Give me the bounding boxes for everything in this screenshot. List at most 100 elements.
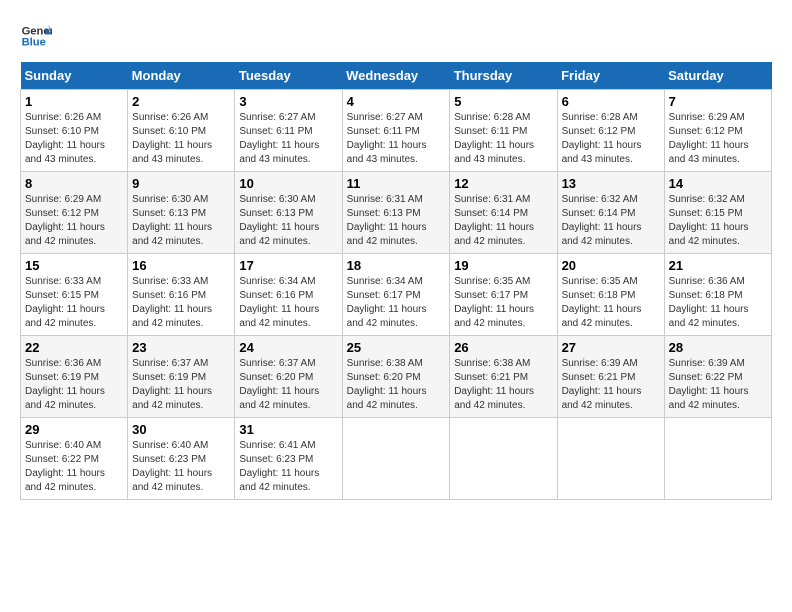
calendar-week-row: 8 Sunrise: 6:29 AMSunset: 6:12 PMDayligh…	[21, 172, 772, 254]
day-number: 6	[562, 94, 660, 109]
calendar-cell: 9 Sunrise: 6:30 AMSunset: 6:13 PMDayligh…	[128, 172, 235, 254]
weekday-header-saturday: Saturday	[664, 62, 771, 90]
day-details: Sunrise: 6:34 AMSunset: 6:16 PMDaylight:…	[239, 276, 319, 329]
day-details: Sunrise: 6:33 AMSunset: 6:16 PMDaylight:…	[132, 276, 212, 329]
day-details: Sunrise: 6:35 AMSunset: 6:18 PMDaylight:…	[562, 276, 642, 329]
calendar-cell: 8 Sunrise: 6:29 AMSunset: 6:12 PMDayligh…	[21, 172, 128, 254]
day-number: 31	[239, 422, 337, 437]
day-number: 28	[669, 340, 767, 355]
calendar-cell: 16 Sunrise: 6:33 AMSunset: 6:16 PMDaylig…	[128, 254, 235, 336]
calendar-cell: 24 Sunrise: 6:37 AMSunset: 6:20 PMDaylig…	[235, 336, 342, 418]
calendar-week-row: 15 Sunrise: 6:33 AMSunset: 6:15 PMDaylig…	[21, 254, 772, 336]
day-details: Sunrise: 6:40 AMSunset: 6:23 PMDaylight:…	[132, 440, 212, 493]
day-details: Sunrise: 6:34 AMSunset: 6:17 PMDaylight:…	[347, 276, 427, 329]
day-details: Sunrise: 6:36 AMSunset: 6:18 PMDaylight:…	[669, 276, 749, 329]
day-details: Sunrise: 6:33 AMSunset: 6:15 PMDaylight:…	[25, 276, 105, 329]
day-number: 20	[562, 258, 660, 273]
day-number: 8	[25, 176, 123, 191]
calendar-cell: 20 Sunrise: 6:35 AMSunset: 6:18 PMDaylig…	[557, 254, 664, 336]
calendar-cell	[450, 418, 557, 500]
day-number: 14	[669, 176, 767, 191]
calendar-cell: 15 Sunrise: 6:33 AMSunset: 6:15 PMDaylig…	[21, 254, 128, 336]
calendar-week-row: 22 Sunrise: 6:36 AMSunset: 6:19 PMDaylig…	[21, 336, 772, 418]
calendar-cell: 11 Sunrise: 6:31 AMSunset: 6:13 PMDaylig…	[342, 172, 450, 254]
day-number: 4	[347, 94, 446, 109]
page-header: General Blue	[20, 20, 772, 52]
day-details: Sunrise: 6:38 AMSunset: 6:21 PMDaylight:…	[454, 358, 534, 411]
calendar-cell: 1 Sunrise: 6:26 AMSunset: 6:10 PMDayligh…	[21, 90, 128, 172]
calendar-week-row: 29 Sunrise: 6:40 AMSunset: 6:22 PMDaylig…	[21, 418, 772, 500]
day-details: Sunrise: 6:27 AMSunset: 6:11 PMDaylight:…	[239, 112, 319, 165]
day-number: 19	[454, 258, 552, 273]
calendar-cell: 10 Sunrise: 6:30 AMSunset: 6:13 PMDaylig…	[235, 172, 342, 254]
calendar-cell: 4 Sunrise: 6:27 AMSunset: 6:11 PMDayligh…	[342, 90, 450, 172]
day-number: 15	[25, 258, 123, 273]
day-number: 12	[454, 176, 552, 191]
calendar-table: SundayMondayTuesdayWednesdayThursdayFrid…	[20, 62, 772, 500]
calendar-cell: 31 Sunrise: 6:41 AMSunset: 6:23 PMDaylig…	[235, 418, 342, 500]
day-number: 1	[25, 94, 123, 109]
day-number: 30	[132, 422, 230, 437]
day-details: Sunrise: 6:27 AMSunset: 6:11 PMDaylight:…	[347, 112, 427, 165]
logo: General Blue	[20, 20, 52, 52]
calendar-cell: 3 Sunrise: 6:27 AMSunset: 6:11 PMDayligh…	[235, 90, 342, 172]
calendar-cell: 27 Sunrise: 6:39 AMSunset: 6:21 PMDaylig…	[557, 336, 664, 418]
calendar-cell: 13 Sunrise: 6:32 AMSunset: 6:14 PMDaylig…	[557, 172, 664, 254]
day-details: Sunrise: 6:35 AMSunset: 6:17 PMDaylight:…	[454, 276, 534, 329]
day-details: Sunrise: 6:30 AMSunset: 6:13 PMDaylight:…	[132, 194, 212, 247]
calendar-cell: 29 Sunrise: 6:40 AMSunset: 6:22 PMDaylig…	[21, 418, 128, 500]
calendar-cell: 21 Sunrise: 6:36 AMSunset: 6:18 PMDaylig…	[664, 254, 771, 336]
calendar-body: 1 Sunrise: 6:26 AMSunset: 6:10 PMDayligh…	[21, 90, 772, 500]
day-details: Sunrise: 6:37 AMSunset: 6:20 PMDaylight:…	[239, 358, 319, 411]
day-details: Sunrise: 6:26 AMSunset: 6:10 PMDaylight:…	[25, 112, 105, 165]
calendar-cell: 22 Sunrise: 6:36 AMSunset: 6:19 PMDaylig…	[21, 336, 128, 418]
calendar-header-row: SundayMondayTuesdayWednesdayThursdayFrid…	[21, 62, 772, 90]
weekday-header-sunday: Sunday	[21, 62, 128, 90]
logo-icon: General Blue	[20, 20, 52, 52]
day-number: 21	[669, 258, 767, 273]
weekday-header-friday: Friday	[557, 62, 664, 90]
calendar-cell	[342, 418, 450, 500]
day-details: Sunrise: 6:37 AMSunset: 6:19 PMDaylight:…	[132, 358, 212, 411]
calendar-cell: 19 Sunrise: 6:35 AMSunset: 6:17 PMDaylig…	[450, 254, 557, 336]
day-number: 16	[132, 258, 230, 273]
calendar-cell: 17 Sunrise: 6:34 AMSunset: 6:16 PMDaylig…	[235, 254, 342, 336]
day-details: Sunrise: 6:31 AMSunset: 6:14 PMDaylight:…	[454, 194, 534, 247]
day-number: 17	[239, 258, 337, 273]
calendar-cell: 2 Sunrise: 6:26 AMSunset: 6:10 PMDayligh…	[128, 90, 235, 172]
calendar-cell: 18 Sunrise: 6:34 AMSunset: 6:17 PMDaylig…	[342, 254, 450, 336]
day-details: Sunrise: 6:30 AMSunset: 6:13 PMDaylight:…	[239, 194, 319, 247]
day-details: Sunrise: 6:26 AMSunset: 6:10 PMDaylight:…	[132, 112, 212, 165]
calendar-cell: 26 Sunrise: 6:38 AMSunset: 6:21 PMDaylig…	[450, 336, 557, 418]
day-number: 27	[562, 340, 660, 355]
day-number: 29	[25, 422, 123, 437]
calendar-cell: 30 Sunrise: 6:40 AMSunset: 6:23 PMDaylig…	[128, 418, 235, 500]
weekday-header-monday: Monday	[128, 62, 235, 90]
svg-text:Blue: Blue	[22, 37, 46, 49]
day-details: Sunrise: 6:28 AMSunset: 6:11 PMDaylight:…	[454, 112, 534, 165]
day-number: 7	[669, 94, 767, 109]
day-number: 25	[347, 340, 446, 355]
calendar-cell	[664, 418, 771, 500]
day-details: Sunrise: 6:36 AMSunset: 6:19 PMDaylight:…	[25, 358, 105, 411]
weekday-header-tuesday: Tuesday	[235, 62, 342, 90]
weekday-header-thursday: Thursday	[450, 62, 557, 90]
day-details: Sunrise: 6:40 AMSunset: 6:22 PMDaylight:…	[25, 440, 105, 493]
day-details: Sunrise: 6:31 AMSunset: 6:13 PMDaylight:…	[347, 194, 427, 247]
day-number: 24	[239, 340, 337, 355]
day-number: 13	[562, 176, 660, 191]
day-number: 5	[454, 94, 552, 109]
calendar-cell: 14 Sunrise: 6:32 AMSunset: 6:15 PMDaylig…	[664, 172, 771, 254]
calendar-cell: 6 Sunrise: 6:28 AMSunset: 6:12 PMDayligh…	[557, 90, 664, 172]
day-number: 23	[132, 340, 230, 355]
day-details: Sunrise: 6:39 AMSunset: 6:22 PMDaylight:…	[669, 358, 749, 411]
day-details: Sunrise: 6:32 AMSunset: 6:15 PMDaylight:…	[669, 194, 749, 247]
calendar-week-row: 1 Sunrise: 6:26 AMSunset: 6:10 PMDayligh…	[21, 90, 772, 172]
calendar-cell	[557, 418, 664, 500]
day-number: 18	[347, 258, 446, 273]
weekday-header-wednesday: Wednesday	[342, 62, 450, 90]
day-details: Sunrise: 6:41 AMSunset: 6:23 PMDaylight:…	[239, 440, 319, 493]
day-number: 22	[25, 340, 123, 355]
day-number: 2	[132, 94, 230, 109]
calendar-cell: 23 Sunrise: 6:37 AMSunset: 6:19 PMDaylig…	[128, 336, 235, 418]
